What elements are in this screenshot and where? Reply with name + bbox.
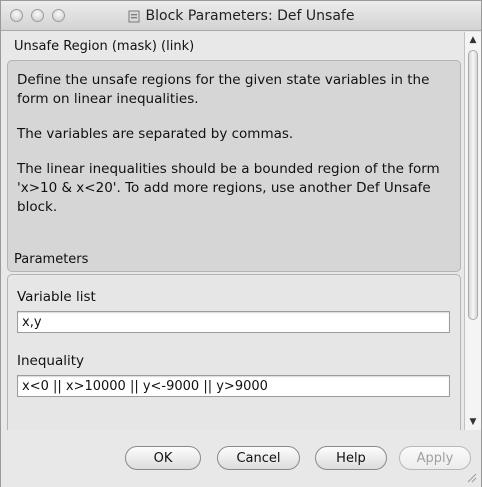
parameters-panel: Variable list Inequality	[7, 274, 461, 430]
help-button[interactable]: Help	[315, 446, 387, 470]
variable-list-label: Variable list	[17, 289, 96, 305]
apply-button[interactable]: Apply	[399, 446, 471, 470]
description-paragraph: The linear inequalities should be a boun…	[17, 161, 440, 215]
scroll-down-arrow-icon[interactable]: ▼	[465, 414, 481, 430]
description-paragraph: The variables are separated by commas.	[17, 126, 294, 142]
parameters-header: Parameters	[14, 252, 89, 267]
scroll-up-arrow-icon[interactable]: ▲	[465, 32, 481, 48]
window-title: Block Parameters: Def Unsafe	[145, 8, 355, 24]
document-icon	[128, 10, 140, 23]
cancel-button[interactable]: Cancel	[217, 446, 300, 470]
button-bar: OK Cancel Help Apply	[1, 431, 481, 487]
vertical-scrollbar[interactable]: ▲ ▼	[464, 32, 481, 430]
variable-list-input[interactable]	[17, 311, 450, 333]
inequality-label: Inequality	[17, 353, 85, 369]
description-header: Unsafe Region (mask) (link)	[14, 39, 195, 54]
block-parameters-dialog: Block Parameters: Def Unsafe Unsafe Regi…	[0, 0, 482, 487]
title-bar[interactable]: Block Parameters: Def Unsafe	[1, 1, 481, 31]
description-panel: Define the unsafe regions for the given …	[7, 60, 461, 272]
inequality-input[interactable]	[17, 375, 450, 397]
resize-grip-icon[interactable]	[465, 471, 477, 483]
dialog-content: Unsafe Region (mask) (link) Define the u…	[4, 32, 464, 430]
description-paragraph: Define the unsafe regions for the given …	[17, 72, 430, 107]
ok-button[interactable]: OK	[125, 446, 201, 470]
scroll-thumb[interactable]	[468, 50, 478, 320]
title-area: Block Parameters: Def Unsafe	[1, 1, 481, 31]
